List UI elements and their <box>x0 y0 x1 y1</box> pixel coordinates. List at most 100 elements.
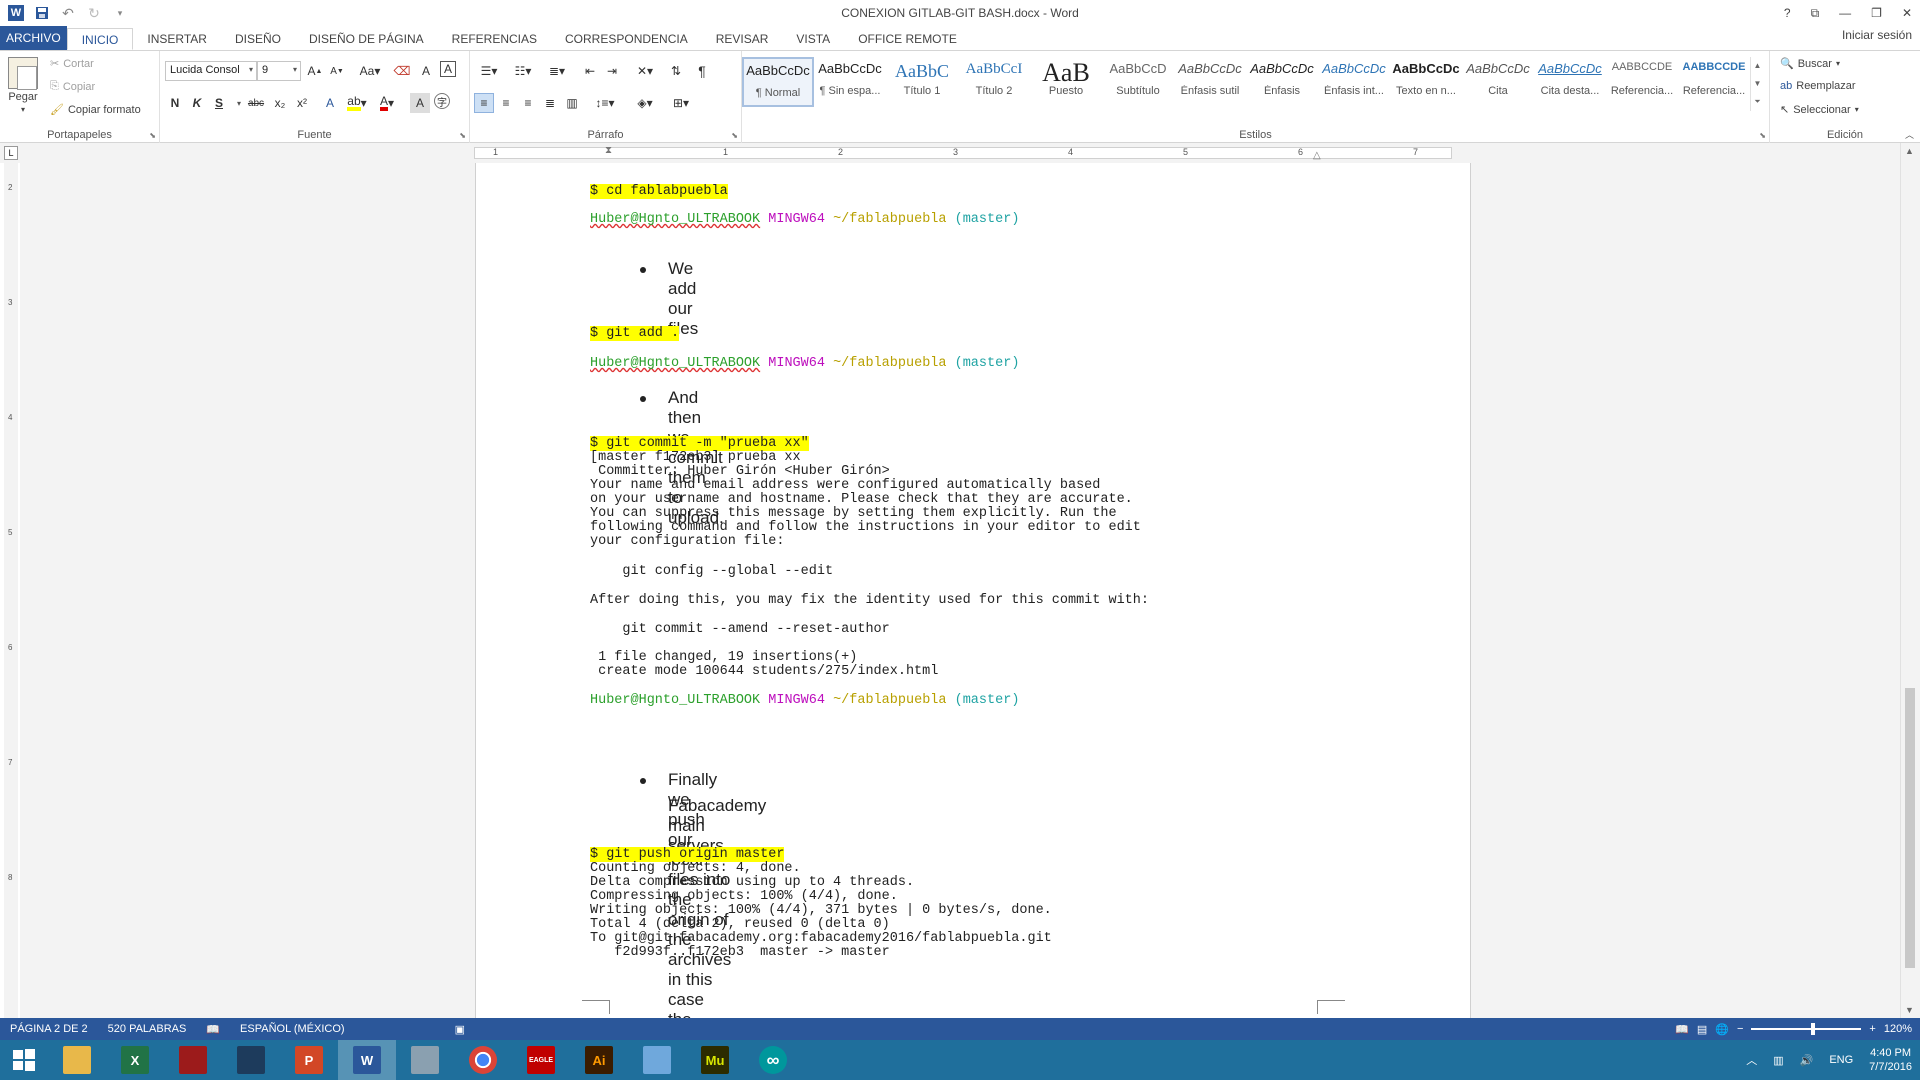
chevron-down-icon[interactable]: ▼ <box>1754 79 1762 88</box>
customize-qat-icon[interactable]: ▾ <box>112 5 128 21</box>
bullets-icon[interactable]: ☰▾ <box>474 61 504 81</box>
close-button[interactable]: ✕ <box>1902 6 1912 20</box>
dialog-launcher-icon[interactable]: ⬊ <box>459 131 466 140</box>
volume-icon[interactable]: 🔊 <box>1800 1054 1814 1067</box>
taskbar-excel[interactable]: X <box>106 1040 164 1080</box>
word-count[interactable]: 520 PALABRAS <box>98 1023 197 1035</box>
tab-insertar[interactable]: INSERTAR <box>133 28 221 50</box>
tab-vista[interactable]: VISTA <box>782 28 844 50</box>
style-subtitle[interactable]: AaBbCcD Subtítulo <box>1102 57 1174 107</box>
text-effects-icon[interactable]: A <box>320 93 340 113</box>
dialog-launcher-icon[interactable]: ⬊ <box>731 131 738 140</box>
zoom-slider[interactable] <box>1751 1023 1862 1035</box>
highlight-color-button[interactable]: ab ▾ <box>344 93 370 113</box>
help-button[interactable]: ? <box>1784 6 1791 20</box>
proofing-icon[interactable]: 📖 <box>196 1023 230 1036</box>
more-icon[interactable]: ⏷ <box>1754 97 1760 107</box>
character-shading-icon[interactable]: A <box>410 93 430 113</box>
taskbar-paint[interactable] <box>628 1040 686 1080</box>
paste-button[interactable]: Pegar ▾ <box>8 57 38 114</box>
decrease-indent-icon[interactable]: ⇤ <box>580 61 600 81</box>
taskbar-app-dragon[interactable] <box>164 1040 222 1080</box>
zoom-in-button[interactable]: + <box>1869 1023 1875 1035</box>
italic-button[interactable]: K <box>187 93 207 113</box>
read-mode-icon[interactable]: 📖 <box>1675 1023 1689 1036</box>
style-heading-2[interactable]: AaBbCcI Título 2 <box>958 57 1030 107</box>
restore-button[interactable]: ❐ <box>1871 6 1882 20</box>
chevron-up-icon[interactable]: ▲ <box>1754 61 1762 70</box>
taskbar-powerpoint[interactable]: P <box>280 1040 338 1080</box>
taskbar-app-monitor[interactable] <box>396 1040 454 1080</box>
dialog-launcher-icon[interactable]: ⬊ <box>1759 131 1766 140</box>
vertical-ruler[interactable]: 2 3 4 5 6 7 8 <box>4 163 18 1018</box>
dialog-launcher-icon[interactable]: ⬊ <box>149 131 156 140</box>
tab-diseno-pagina[interactable]: DISEÑO DE PÁGINA <box>295 28 438 50</box>
input-language[interactable]: ENG <box>1829 1054 1853 1066</box>
redo-icon[interactable]: ↻ <box>86 5 102 21</box>
zoom-level[interactable]: 120% <box>1884 1023 1912 1035</box>
scroll-down-icon[interactable]: ▼ <box>1905 1005 1914 1015</box>
font-color-button[interactable]: A ▾ <box>374 93 400 113</box>
change-case-button[interactable]: Aa ▾ <box>355 61 385 81</box>
line-spacing-icon[interactable]: ↕≡▾ <box>590 93 620 113</box>
underline-button[interactable]: S <box>209 93 229 113</box>
taskbar-eagle[interactable]: EAGLE <box>512 1040 570 1080</box>
cut-button[interactable]: ✂ Cortar <box>50 57 94 71</box>
style-normal[interactable]: AaBbCcDc ¶ Normal <box>742 57 814 107</box>
tab-diseno[interactable]: DISEÑO <box>221 28 295 50</box>
tab-archivo[interactable]: ARCHIVO <box>0 26 67 50</box>
tab-inicio[interactable]: INICIO <box>66 28 134 50</box>
right-indent-marker-icon[interactable]: △ <box>1313 150 1321 161</box>
tab-revisar[interactable]: REVISAR <box>702 28 783 50</box>
copy-button[interactable]: ⎘ Copiar <box>50 80 95 93</box>
asian-layout-icon[interactable]: ✕▾ <box>630 61 660 81</box>
tab-selector[interactable]: L <box>4 146 18 160</box>
minimize-button[interactable]: — <box>1839 6 1851 20</box>
superscript-button[interactable]: x² <box>292 93 312 113</box>
style-no-spacing[interactable]: AaBbCcDc ¶ Sin espa... <box>814 57 886 107</box>
tab-referencias[interactable]: REFERENCIAS <box>438 28 551 50</box>
web-layout-icon[interactable]: 🌐 <box>1715 1023 1729 1036</box>
taskbar-file-explorer[interactable] <box>48 1040 106 1080</box>
style-quote[interactable]: AaBbCcDc Cita <box>1462 57 1534 107</box>
numbering-icon[interactable]: ☷▾ <box>508 61 538 81</box>
zoom-out-button[interactable]: − <box>1737 1023 1743 1035</box>
style-intense-emphasis[interactable]: AaBbCcDc Énfasis int... <box>1318 57 1390 107</box>
find-button[interactable]: 🔍 Buscar ▾ <box>1780 57 1840 71</box>
justify-icon[interactable]: ≣ <box>540 93 560 113</box>
zoom-slider-knob[interactable] <box>1811 1023 1816 1035</box>
distributed-icon[interactable]: ▥ <box>562 93 582 113</box>
text-effects-box-icon[interactable]: A <box>440 61 456 77</box>
start-button[interactable] <box>0 1040 48 1080</box>
bold-button[interactable]: N <box>165 93 185 113</box>
enclose-characters-icon[interactable]: 字 <box>434 93 450 109</box>
style-intense-reference[interactable]: AABBCCDE Referencia... <box>1678 57 1750 107</box>
scroll-up-icon[interactable]: ▲ <box>1905 146 1914 156</box>
font-family-select[interactable]: Lucida Consol ▾ <box>165 61 257 81</box>
show-hidden-icons-icon[interactable]: ︿ <box>1746 1052 1757 1068</box>
collapse-ribbon-icon[interactable]: ︿ <box>1905 128 1914 141</box>
grow-font-button[interactable]: A ▲ <box>305 61 325 81</box>
select-button[interactable]: ↖ Seleccionar ▾ <box>1780 103 1859 117</box>
align-left-icon[interactable]: ≡ <box>474 93 494 113</box>
strikethrough-button[interactable]: abc <box>243 93 269 113</box>
show-formatting-button[interactable]: ¶ <box>692 61 712 81</box>
style-title[interactable]: AaB Puesto <box>1030 57 1102 107</box>
word-logo-icon[interactable]: W <box>8 5 24 21</box>
print-layout-icon[interactable]: ▤ <box>1697 1023 1707 1036</box>
scroll-thumb[interactable] <box>1905 688 1915 968</box>
style-subtle-emphasis[interactable]: AaBbCcDc Énfasis sutil <box>1174 57 1246 107</box>
style-heading-1[interactable]: AaBbC Título 1 <box>886 57 958 107</box>
multilevel-list-icon[interactable]: ≣▾ <box>542 61 572 81</box>
taskbar-chrome[interactable] <box>454 1040 512 1080</box>
align-right-icon[interactable]: ≡ <box>518 93 538 113</box>
styles-gallery-scroll[interactable]: ▲ ▼ ⏷ <box>1750 57 1764 111</box>
replace-button[interactable]: ab Reemplazar <box>1780 80 1856 92</box>
taskbar-muse[interactable]: Mu <box>686 1040 744 1080</box>
clock[interactable]: 4:40 PM 7/7/2016 <box>1869 1046 1912 1074</box>
increase-indent-icon[interactable]: ⇥ <box>602 61 622 81</box>
style-emphasis[interactable]: AaBbCcDc Énfasis <box>1246 57 1318 107</box>
taskbar-arduino[interactable]: ∞ <box>744 1040 802 1080</box>
page-count[interactable]: PÁGINA 2 DE 2 <box>0 1023 98 1035</box>
subscript-button[interactable]: x₂ <box>270 93 290 113</box>
